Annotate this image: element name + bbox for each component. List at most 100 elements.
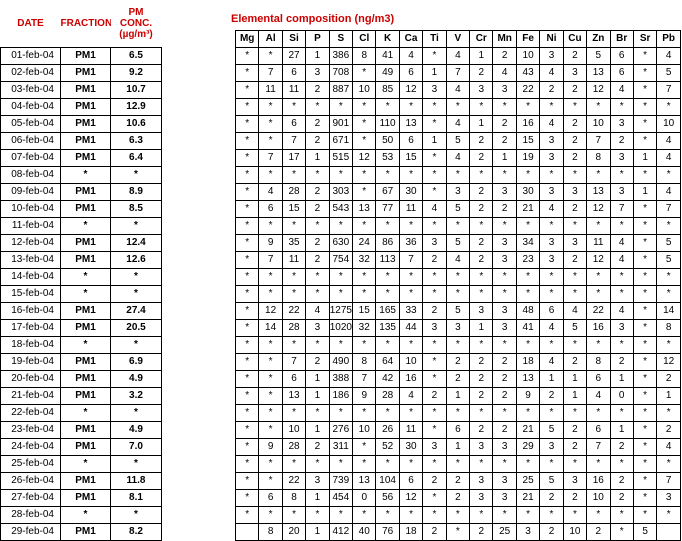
composition-cell: 6 <box>398 472 424 490</box>
composition-cell: 5 <box>656 234 681 252</box>
composition-cell: 5 <box>656 251 681 269</box>
composition-cell: 12 <box>586 81 611 99</box>
composition-cell: 10 <box>586 489 611 507</box>
composition-cell: 7 <box>609 200 634 218</box>
composition-cell: 49 <box>375 64 400 82</box>
composition-cell: 18 <box>515 353 541 371</box>
composition-cell: 13 <box>352 472 377 490</box>
sample-row: 05-feb-04 PM1 10.6 <box>0 115 162 133</box>
composition-cell: * <box>445 455 471 473</box>
pm-conc-cell: * <box>110 217 162 235</box>
composition-row: * 4 28 2 303 * 67 30 * 3 2 3 30 3 3 13 3 1 4 <box>234 183 681 201</box>
composition-cell: * <box>539 404 564 422</box>
sample-row: 15-feb-04 * * <box>0 285 162 303</box>
composition-cell: 43 <box>515 64 541 82</box>
composition-cell: 14 <box>258 319 283 337</box>
composition-cell: 2 <box>469 234 494 252</box>
composition-cell: * <box>515 404 541 422</box>
composition-cell: * <box>352 64 377 82</box>
composition-cell: * <box>258 404 283 422</box>
composition-cell: * <box>305 455 330 473</box>
composition-cell: 25 <box>515 472 541 490</box>
date-cell: 07-feb-04 <box>0 149 61 167</box>
element-header: Mg <box>234 30 260 48</box>
composition-cell: * <box>562 404 588 422</box>
composition-cell: * <box>609 336 634 354</box>
composition-cell: * <box>539 336 564 354</box>
element-header-row: Mg Al Si P S Cl K Ca Ti V Cr Mn Fe Ni Cu Zn Br Sr Pb <box>234 30 681 48</box>
composition-cell: * <box>234 47 260 65</box>
composition-cell: * <box>352 166 377 184</box>
composition-cell: 2 <box>492 387 517 405</box>
composition-cell: 5 <box>562 319 588 337</box>
composition-cell: 11 <box>398 200 424 218</box>
composition-cell: * <box>398 506 424 524</box>
composition-cell: * <box>515 268 541 286</box>
composition-cell: 2 <box>469 523 494 541</box>
composition-cell: 1 <box>562 370 588 388</box>
composition-cell: 1 <box>469 319 494 337</box>
composition-cell: 4 <box>656 132 681 150</box>
element-header: Zn <box>586 30 611 48</box>
composition-cell: 2 <box>305 132 330 150</box>
element-header: K <box>375 30 400 48</box>
composition-cell: * <box>492 98 517 116</box>
composition-cell: 10 <box>586 115 611 133</box>
composition-cell: * <box>352 132 377 150</box>
composition-cell: 16 <box>398 370 424 388</box>
composition-cell: * <box>539 268 564 286</box>
sample-row: 14-feb-04 * * <box>0 268 162 286</box>
sample-row: 06-feb-04 PM1 6.3 <box>0 132 162 150</box>
composition-cell: * <box>609 455 634 473</box>
composition-cell: * <box>352 115 377 133</box>
composition-row: * * * * * * * * * * * * * * * * * * * <box>234 98 681 116</box>
composition-cell: 4 <box>398 47 424 65</box>
composition-cell: * <box>562 506 588 524</box>
composition-cell: * <box>281 285 307 303</box>
composition-cell: * <box>258 387 283 405</box>
composition-cell: * <box>234 166 260 184</box>
composition-cell: 12 <box>586 251 611 269</box>
composition-cell: 3 <box>609 319 634 337</box>
composition-cell: * <box>258 285 283 303</box>
composition-cell: 1 <box>305 523 330 541</box>
composition-cell: 8 <box>258 523 283 541</box>
composition-cell: 2 <box>469 387 494 405</box>
fraction-cell: PM1 <box>60 98 111 116</box>
composition-cell: 10 <box>656 115 681 133</box>
fraction-cell: PM1 <box>60 438 111 456</box>
composition-cell: 5 <box>445 132 471 150</box>
composition-cell: 3 <box>445 319 471 337</box>
composition-row: * * 7 2 671 * 50 6 1 5 2 2 15 3 2 7 2 * 4 <box>234 132 681 150</box>
fraction-cell: PM1 <box>60 183 111 201</box>
sample-row: 12-feb-04 PM1 12.4 <box>0 234 162 252</box>
composition-cell: 30 <box>398 183 424 201</box>
composition-cell: * <box>562 217 588 235</box>
composition-cell: 15 <box>398 149 424 167</box>
composition-cell: 12 <box>656 353 681 371</box>
composition-cell: * <box>234 489 260 507</box>
composition-cell: 2 <box>562 353 588 371</box>
composition-cell: 3 <box>609 149 634 167</box>
composition-cell: * <box>375 217 400 235</box>
composition-title: Elemental composition (ng/m3) <box>231 13 395 25</box>
fraction-cell: * <box>60 285 111 303</box>
composition-cell: 388 <box>328 370 354 388</box>
fraction-cell: PM1 <box>60 234 111 252</box>
composition-cell: * <box>539 166 564 184</box>
composition-cell: * <box>632 64 658 82</box>
pm-conc-cell: 27.4 <box>110 302 162 320</box>
composition-cell: 3 <box>562 472 588 490</box>
composition-cell: * <box>632 387 658 405</box>
composition-cell: 739 <box>328 472 354 490</box>
composition-cell: * <box>234 149 260 167</box>
composition-cell: * <box>281 217 307 235</box>
composition-cell: * <box>281 455 307 473</box>
composition-cell: 3 <box>539 47 564 65</box>
composition-row: * 12 22 4 1275 15 165 33 2 5 3 3 48 6 4 22 4 * 14 <box>234 302 681 320</box>
composition-cell: 2 <box>469 353 494 371</box>
fraction-cell: PM1 <box>60 47 111 65</box>
composition-cell: * <box>258 472 283 490</box>
element-header: Si <box>281 30 307 48</box>
composition-cell: 11 <box>586 234 611 252</box>
